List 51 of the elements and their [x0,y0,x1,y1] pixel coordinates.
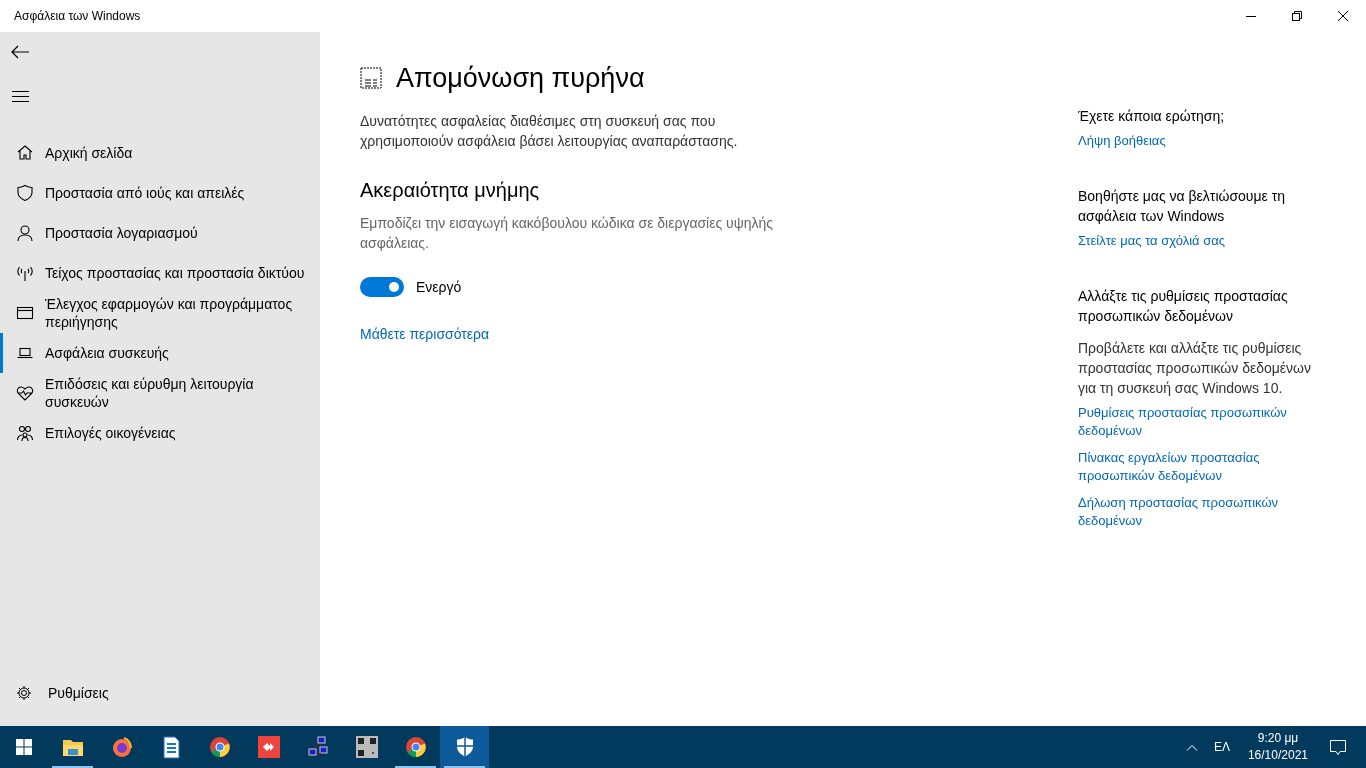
back-arrow-icon [11,45,29,59]
window-title: Ασφάλεια των Windows [13,8,141,25]
chrome-icon [403,735,428,759]
aside-link[interactable]: Λήψη βοήθειας [1078,132,1318,150]
chrome-icon [207,735,232,759]
qr-code-icon [354,735,379,759]
page-title: Απομόνωση πυρήνα [396,62,645,95]
nav-item[interactable]: Έλεγχος εφαρμογών και προγράμματος περιήγησης [0,293,320,333]
settings-item[interactable]: Ρυθμίσεις [0,678,320,708]
nav-item[interactable]: Τείχος προστασίας και προστασία δικτύου [0,253,320,293]
menu-icon [11,90,29,102]
aside-heading: Αλλάξτε τις ρυθμίσεις προστασίας προσωπικών δεδομένων [1078,287,1289,326]
home-icon [16,144,34,162]
minimize-icon [1246,15,1256,17]
aside-link[interactable]: Ρυθμίσεις προστασίας προσωπικών δεδομένων [1078,404,1318,440]
chip-icon [360,67,382,90]
language-indicator[interactable]: ΕΛ [1203,726,1240,768]
speech-bubble-icon [1330,739,1346,755]
aside-heading: Έχετε κάποια ερώτηση; [1078,107,1226,126]
nav-item[interactable]: Επιδόσεις και εύρυθμη λειτουργία συσκευών [0,373,320,413]
windows-logo-icon [16,739,32,755]
nav-item[interactable]: Ασφάλεια συσκευής [0,333,320,373]
clock[interactable]: 9:20 μμ 16/10/2021 [1239,726,1316,768]
nav-item[interactable]: Αρχική σελίδα [0,133,320,173]
settings-icon [16,685,32,701]
shield-icon [16,184,34,202]
aside-link[interactable]: Πίνακας εργαλείων προστασίας προσωπικών δεδομένων [1078,449,1318,485]
page-description: Δυνατότητες ασφαλείας διαθέσιμες στη συσκευή σας που χρησιμοποιούν ασφάλεια βάσει λειτουργίας αναπαράστασης. [360,111,739,151]
network-computers-icon [305,735,330,759]
heart-pulse-icon [16,384,34,402]
aside-heading: Βοηθήστε μας να βελτιώσουμε τη ασφάλεια των Windows [1078,187,1287,226]
chevron-up-icon [1185,743,1198,751]
toggle-label: Ενεργό [416,277,462,297]
family-icon [16,424,34,442]
taskbar-app[interactable] [440,726,489,768]
aside-link[interactable]: Στείλτε μας τα σχόλιά σας [1078,232,1318,250]
section-heading: Ακεραιότητα μνήμης [360,177,541,203]
aside-link[interactable]: Δήλωση προστασίας προσωπικών δεδομένων [1078,494,1318,530]
nav-item[interactable]: Επιλογές οικογένειας [0,413,320,453]
nav-item[interactable]: Προστασία λογαριασμού [0,213,320,253]
restore-icon [1292,11,1302,21]
remote-desktop-icon [256,735,281,759]
nav-item[interactable]: Προστασία από ιούς και απειλές [0,173,320,213]
memory-integrity-toggle[interactable] [360,277,404,297]
learn-more-link[interactable]: Μάθετε περισσότερα [360,323,490,345]
window-icon [16,304,34,322]
antenna-icon [16,264,34,282]
aside-text: Προβάλετε και αλλάξτε τις ρυθμίσεις προστασίας προσωπικών δεδομένων για τη συσκευή σας Windows 10. [1078,339,1312,398]
section-description: Εμποδίζει την εισαγωγή κακόβουλου κώδικα σε διεργασίες υψηλής ασφάλειας. [360,213,775,253]
person-icon [16,224,34,242]
close-icon [1338,11,1348,21]
